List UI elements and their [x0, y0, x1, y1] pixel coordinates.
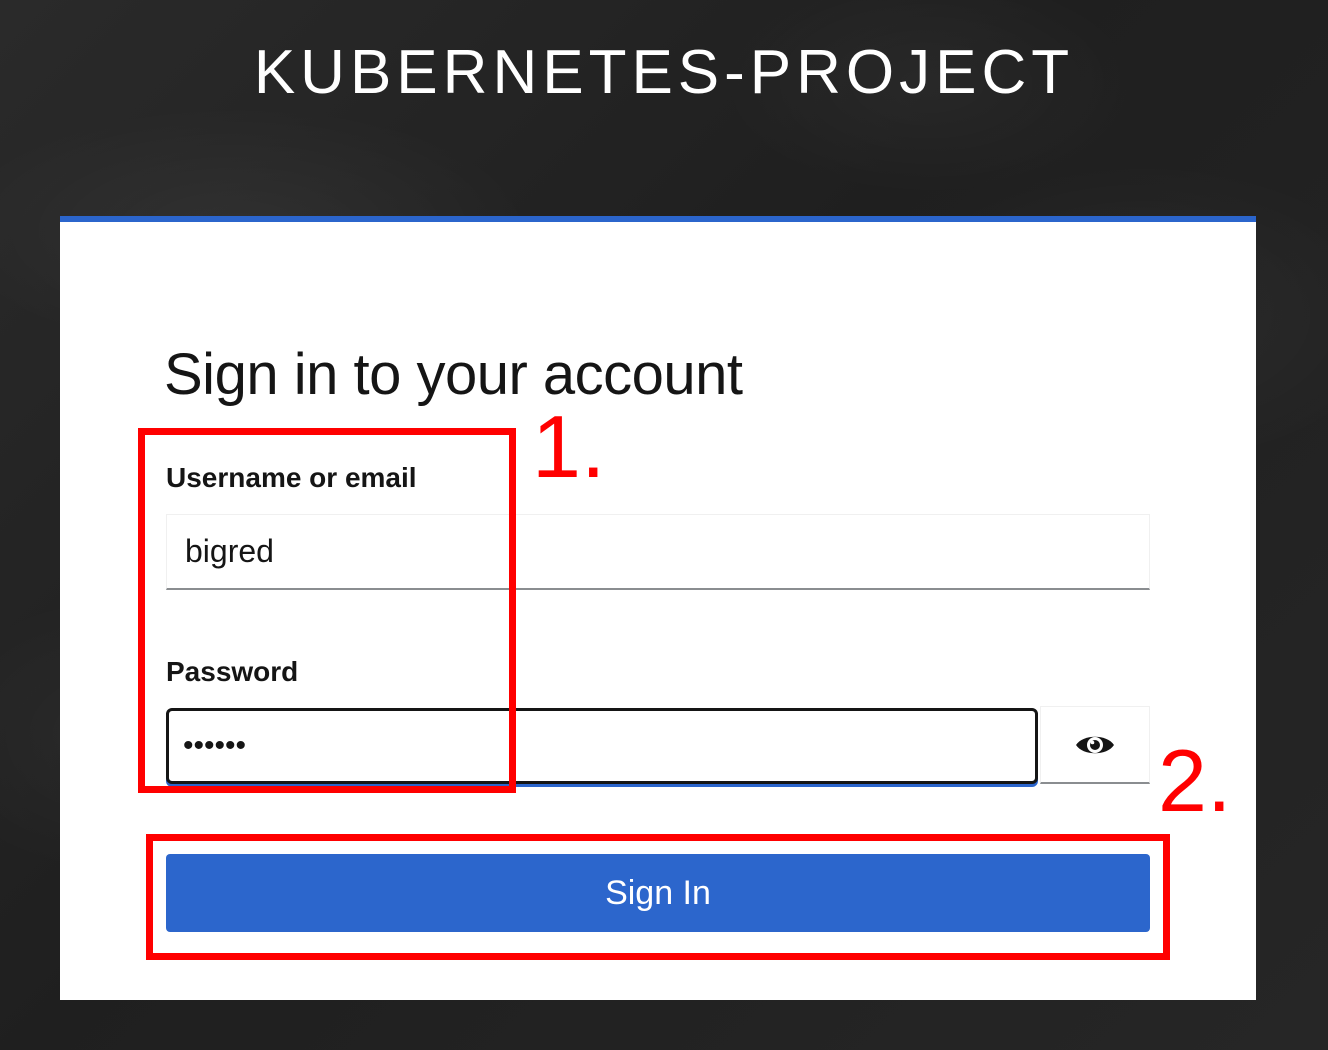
password-label: Password	[166, 656, 299, 687]
password-input[interactable]	[166, 708, 1038, 784]
username-label: Username or email	[166, 462, 417, 493]
sign-in-button[interactable]: Sign In	[166, 854, 1150, 932]
annotation-number-step-2: 2.	[1158, 731, 1232, 830]
login-card: Sign in to your account Username or emai…	[60, 216, 1256, 1000]
annotation-number-step-1: 1.	[532, 397, 606, 496]
username-input[interactable]	[166, 514, 1150, 590]
realm-title: KUBERNETES-PROJECT	[253, 38, 1075, 107]
page-title: Sign in to your account	[164, 342, 743, 407]
eye-icon	[1074, 731, 1116, 759]
show-password-button[interactable]	[1040, 706, 1150, 784]
